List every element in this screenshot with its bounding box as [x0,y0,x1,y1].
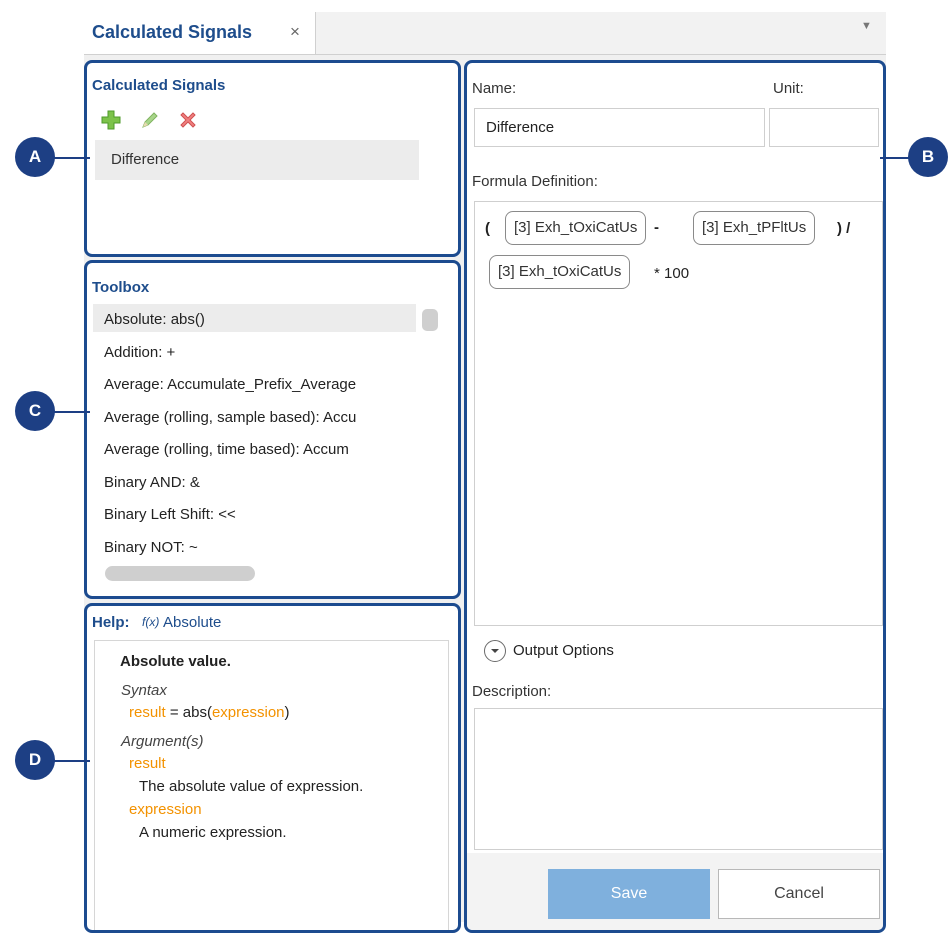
callout-connector [50,157,90,159]
formula-label: Formula Definition: [472,173,598,190]
output-options-toggle[interactable]: Output Options [513,642,614,659]
unit-label: Unit: [773,80,804,97]
tab-title: Calculated Signals [92,22,253,42]
help-content: Absolute value. Syntax result = abs(expr… [94,640,449,930]
syntax-call: = abs( [165,704,212,721]
tab-menu-dropdown-icon[interactable]: ▼ [861,20,872,32]
signal-chip[interactable]: [3] Exh_tOxiCatUs [489,255,631,289]
argument-name: expression [129,801,202,818]
syntax-line: result = abs(expression) [129,704,290,721]
syntax-argument: expression [211,704,285,721]
delete-icon[interactable] [177,109,199,131]
add-icon[interactable] [100,109,122,131]
syntax-label: Syntax [121,682,167,699]
argument-description: A numeric expression. [139,824,287,841]
name-field[interactable]: Difference [474,108,765,147]
tab-calculated-signals[interactable]: Calculated Signals × [84,12,316,54]
argument-name: result [129,755,166,772]
signal-editor-panel: Name: Unit: Difference Formula Definitio… [464,60,886,933]
multiply-operator: * 100 [654,265,690,282]
help-title: Help: [92,614,130,631]
toolbox-item[interactable]: Binary AND: & [104,474,404,491]
description-label: Description: [472,683,552,700]
toolbox-item[interactable]: Absolute: abs() [104,311,404,328]
open-parenthesis: ( [485,220,490,237]
toolbox-item[interactable]: Binary NOT: ~ [104,539,404,556]
toolbox-item[interactable]: Average: Accumulate_Prefix_Average [104,376,404,393]
name-label: Name: [472,80,517,97]
vertical-scrollbar-thumb[interactable] [422,309,438,331]
description-field[interactable] [474,708,883,850]
callout-connector [50,760,90,762]
horizontal-scrollbar-thumb[interactable] [105,566,255,581]
cancel-button[interactable]: Cancel [718,869,880,919]
signal-label: Difference [111,151,180,168]
help-panel: Help: f(x) Absolute Absolute value. Synt… [84,603,461,933]
edit-pencil-icon[interactable] [139,109,161,131]
argument-description: The absolute value of expression. [139,778,364,795]
chevron-down-icon[interactable] [484,640,506,662]
toolbox-item[interactable]: Addition: + [104,344,404,361]
save-button[interactable]: Save [548,869,710,919]
help-function-name: Absolute [163,614,222,631]
callout-b: B [908,137,948,177]
formula-editor[interactable]: ( [3] Exh_tOxiCatUs - [3] Exh_tPFltUs ) … [474,201,883,626]
signal-chip[interactable]: [3] Exh_tOxiCatUs [505,211,647,245]
syntax-close: ) [284,704,290,721]
signal-chip[interactable]: [3] Exh_tPFltUs [693,211,816,245]
calculated-signals-panel: Calculated Signals Difference [84,60,461,257]
help-heading: Absolute value. [120,653,231,670]
toolbox-item[interactable]: Average (rolling, sample based): Accu [104,409,404,426]
function-icon: f(x) [142,615,160,629]
list-item-signal[interactable]: Difference [95,140,419,180]
callout-connector [50,411,90,413]
close-icon[interactable]: × [290,22,300,42]
panel-title: Calculated Signals [92,77,226,94]
name-value: Difference [486,119,555,136]
callout-d: D [15,740,55,780]
arguments-label: Argument(s) [121,733,204,750]
unit-field[interactable] [769,108,879,147]
syntax-result: result [129,704,166,721]
minus-operator: - [654,219,659,236]
toolbox-title: Toolbox [92,279,150,296]
toolbox-item[interactable]: Binary Left Shift: << [104,506,404,523]
divide-operator: ) / [837,220,851,237]
toolbox-panel: Toolbox Absolute: abs() Addition: + Aver… [84,260,461,599]
callout-c: C [15,391,55,431]
callout-a: A [15,137,55,177]
toolbox-item[interactable]: Average (rolling, time based): Accum [104,441,404,458]
